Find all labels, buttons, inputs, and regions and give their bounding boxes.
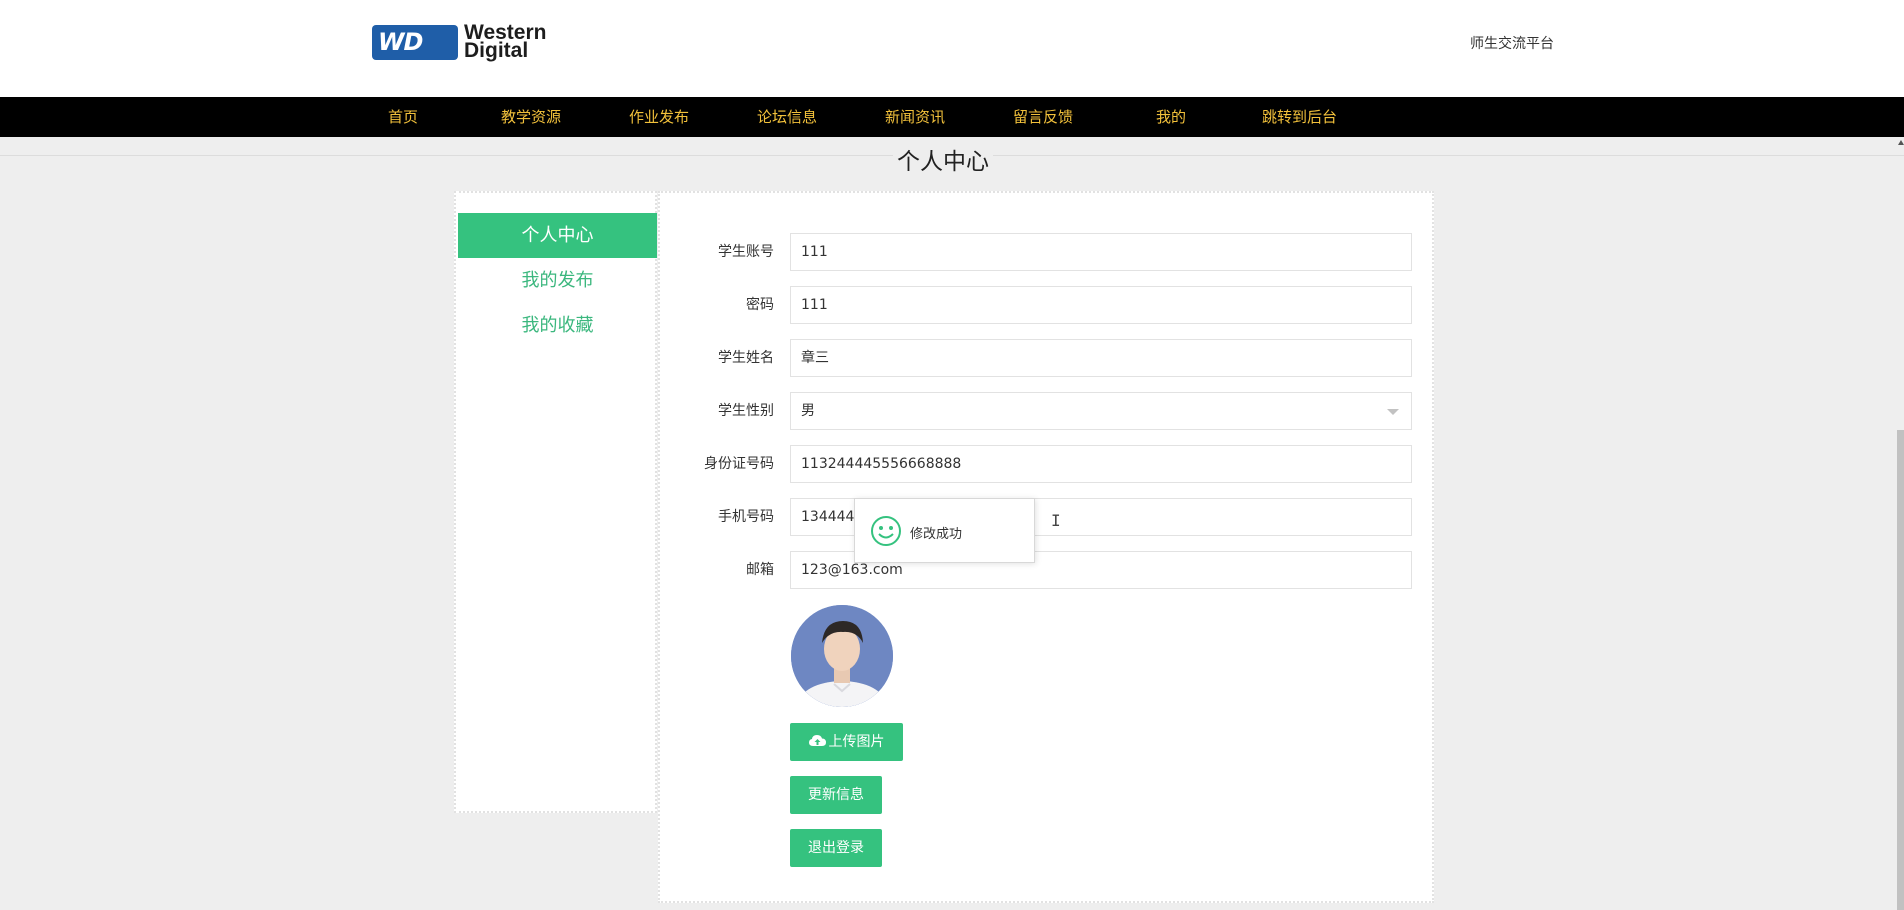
field-label-phone: 手机号码 [718, 509, 774, 525]
success-toast: 修改成功 [854, 498, 1035, 563]
logo-mark-text: WD [378, 28, 423, 56]
name-input[interactable]: 章三 [790, 339, 1412, 377]
nav-item-admin[interactable]: 跳转到后台 [1262, 97, 1337, 137]
nav-item-teaching-resources[interactable]: 教学资源 [501, 97, 561, 137]
field-label-gender: 学生性别 [718, 403, 774, 419]
password-input[interactable]: 111 [790, 286, 1412, 324]
upload-image-button[interactable]: 上传图片 [790, 723, 903, 761]
page-title-text: 个人中心 [893, 149, 993, 175]
toast-message: 修改成功 [910, 527, 963, 542]
nav-item-feedback[interactable]: 留言反馈 [1013, 97, 1073, 137]
text-cursor-icon: I [1051, 511, 1061, 530]
field-label-email: 邮箱 [746, 562, 774, 578]
field-label-name: 学生姓名 [718, 350, 774, 366]
upload-image-label: 上传图片 [828, 734, 885, 750]
field-label-account: 学生账号 [718, 244, 774, 260]
main-nav: 首页 教学资源 作业发布 论坛信息 新闻资讯 留言反馈 我的 跳转到后台 [0, 97, 1904, 137]
nav-item-homework[interactable]: 作业发布 [629, 97, 689, 137]
chevron-down-icon [1387, 409, 1399, 415]
nav-item-forum[interactable]: 论坛信息 [757, 97, 817, 137]
logo[interactable]: WD Western Digital [372, 22, 562, 64]
avatar-photo [791, 605, 893, 707]
field-label-id-number: 身份证号码 [704, 456, 774, 472]
scroll-up-icon[interactable] [1898, 140, 1904, 145]
sidebar: 个人中心 我的发布 我的收藏 [454, 191, 657, 813]
site-title: 师生交流平台 [1470, 36, 1554, 52]
id-number-input[interactable]: 113244445556668888 [790, 445, 1412, 483]
cloud-upload-icon [808, 735, 826, 746]
sidebar-item-my-posts[interactable]: 我的发布 [458, 258, 657, 303]
logo-text: Western Digital [464, 22, 546, 62]
logo-mark: WD [372, 25, 458, 60]
account-input[interactable]: 111 [790, 233, 1412, 271]
page-title: 个人中心 [0, 142, 1886, 176]
page-scrollbar[interactable] [1897, 430, 1904, 910]
smile-icon [871, 516, 901, 546]
update-info-button[interactable]: 更新信息 [790, 776, 882, 814]
sidebar-item-my-favorites[interactable]: 我的收藏 [458, 303, 657, 348]
logout-button[interactable]: 退出登录 [790, 829, 882, 867]
sidebar-item-personal-center[interactable]: 个人中心 [458, 213, 657, 258]
logo-line2: Digital [464, 39, 529, 62]
nav-item-home[interactable]: 首页 [388, 97, 418, 137]
nav-item-news[interactable]: 新闻资讯 [885, 97, 945, 137]
gender-select[interactable]: 男 [790, 392, 1412, 430]
gender-select-value: 男 [801, 403, 815, 419]
avatar [791, 605, 893, 707]
header: WD Western Digital 师生交流平台 [0, 0, 1904, 97]
nav-item-mine[interactable]: 我的 [1156, 97, 1186, 137]
field-label-password: 密码 [746, 297, 774, 313]
